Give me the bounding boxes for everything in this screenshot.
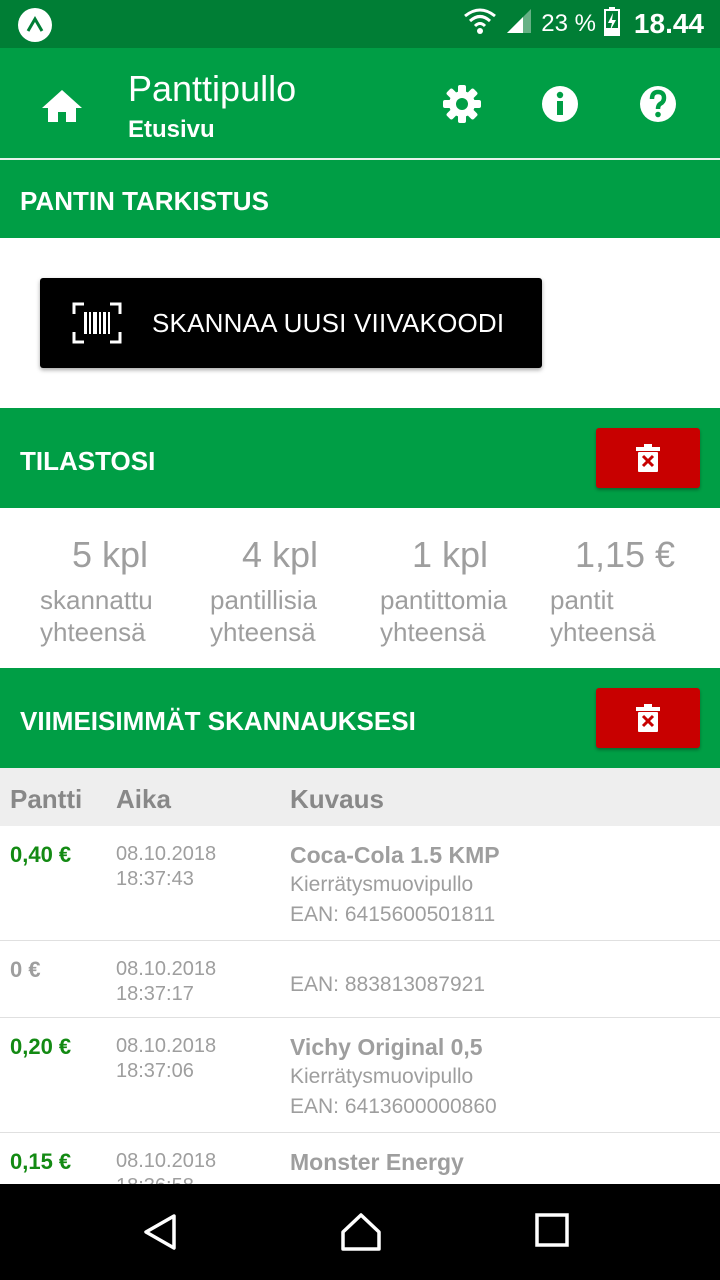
app-notification-icon	[18, 8, 52, 42]
row-deposit: 0,40 €	[10, 842, 72, 867]
table-row[interactable]: 0,15 € 08.10.201818:36:58 Monster Energy	[0, 1133, 720, 1184]
stat-label: pantittomia yhteensä	[380, 585, 508, 647]
table-row[interactable]: 0,20 € 08.10.2018 18:37:06 Vichy Original…	[0, 1018, 720, 1133]
table-header: Pantti Aika Kuvaus	[0, 768, 720, 826]
battery-text: 23 %	[541, 10, 596, 37]
row-description: EAN: 883813087921	[290, 973, 485, 996]
gear-icon[interactable]	[438, 80, 486, 128]
trash-icon	[636, 444, 660, 472]
row-time: 08.10.2018 18:37:43	[116, 843, 217, 890]
info-icon[interactable]	[536, 80, 584, 128]
barcode-scan-icon	[72, 302, 122, 344]
stats-section-title: TILASTOSI	[20, 446, 156, 476]
header-description: Kuvaus	[290, 784, 384, 814]
stat-scanned-total: 5 kpl skannattu yhteensä	[30, 534, 190, 648]
stat-label: pantit yhteensä	[550, 585, 656, 647]
battery-icon	[603, 6, 620, 43]
scan-barcode-button[interactable]: SKANNAA UUSI VIIVAKOODI	[40, 278, 542, 368]
signal-icon	[505, 7, 533, 42]
clock: 18.44	[633, 8, 704, 39]
recent-section-title: VIIMEISIMMÄT SKANNAUKSESI	[20, 706, 416, 736]
row-deposit: 0,15 €	[10, 1149, 72, 1174]
page-subtitle: Etusivu	[128, 116, 215, 143]
clear-history-button[interactable]	[596, 688, 700, 748]
app-title: Panttipullo	[128, 68, 297, 109]
stat-label: pantillisia yhteensä	[210, 585, 317, 647]
clear-stats-button[interactable]	[596, 428, 700, 488]
status-bar: 23 % 18.44	[0, 0, 720, 48]
stat-without-deposit: 1 kpl pantittomia yhteensä	[370, 534, 530, 648]
recents-icon[interactable]	[534, 1212, 570, 1253]
row-description: Vichy Original 0,5 Kierrätysmuovipullo E…	[290, 1034, 497, 1118]
home-icon[interactable]	[38, 82, 86, 130]
table-row[interactable]: 0,40 € 08.10.2018 18:37:43 Coca-Cola 1.5 …	[0, 826, 720, 941]
row-deposit: 0,20 €	[10, 1034, 72, 1059]
row-time: 08.10.2018 18:37:17	[116, 958, 217, 1005]
row-time: 08.10.2018 18:37:06	[116, 1035, 217, 1082]
wifi-icon	[463, 7, 497, 42]
home-nav-icon[interactable]	[340, 1212, 382, 1257]
stat-with-deposit: 4 kpl pantillisia yhteensä	[200, 534, 360, 648]
header-deposit: Pantti	[10, 784, 83, 814]
table-row[interactable]: 0 € 08.10.2018 18:37:17 EAN: 883813087921	[0, 941, 720, 1018]
header-time: Aika	[116, 784, 171, 814]
stat-label: skannattu yhteensä	[40, 585, 153, 647]
check-section-title: PANTIN TARKISTUS	[20, 186, 269, 216]
navigation-bar	[0, 1184, 720, 1280]
row-description: Monster Energy	[290, 1149, 464, 1175]
scan-button-label: SKANNAA UUSI VIIVAKOODI	[152, 308, 505, 338]
recent-scans-table: Pantti Aika Kuvaus 0,40 € 08.10.2018 18:3…	[0, 768, 720, 1184]
stat-value: 5 kpl	[71, 534, 149, 575]
row-time: 08.10.201818:36:58	[116, 1150, 217, 1184]
row-description: Coca-Cola 1.5 KMP Kierrätysmuovipullo EA…	[290, 842, 500, 926]
stats-section-header: TILASTOSI	[0, 408, 720, 508]
stats-panel: 5 kpl skannattu yhteensä 4 kpl pantillisi…	[0, 508, 720, 668]
recent-section-header: VIIMEISIMMÄT SKANNAUKSESI	[0, 668, 720, 768]
stat-value: 1 kpl	[411, 534, 489, 575]
stat-value: 1,15 €	[574, 534, 676, 575]
row-deposit: 0 €	[10, 957, 41, 982]
help-icon[interactable]	[634, 80, 682, 128]
stat-value: 4 kpl	[241, 534, 319, 575]
app-bar: Panttipullo Etusivu	[0, 48, 720, 158]
trash-icon	[636, 704, 660, 732]
back-icon[interactable]	[140, 1212, 180, 1257]
check-section-header: PANTIN TARKISTUS	[0, 160, 720, 238]
stat-deposits-total: 1,15 € pantit yhteensä	[540, 534, 700, 648]
